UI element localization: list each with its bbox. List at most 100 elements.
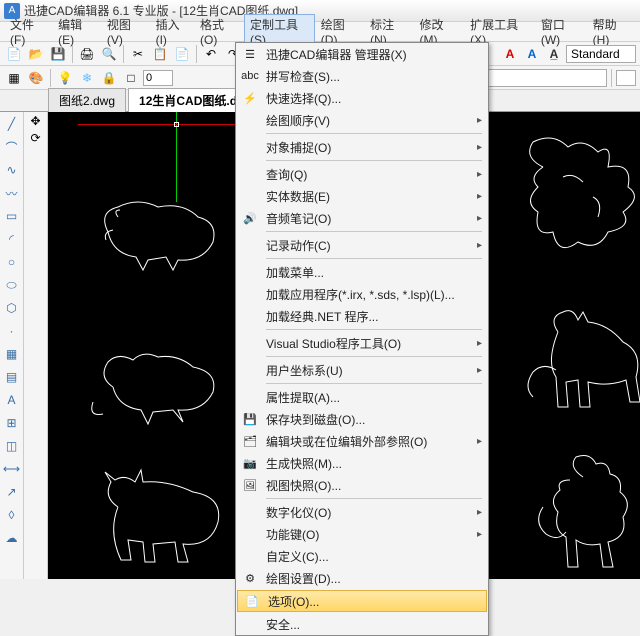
hatch-tool-icon[interactable]: ▦ — [2, 344, 22, 364]
text-c-icon[interactable]: A̲ — [544, 44, 564, 64]
menu-item-label: 用户坐标系(U) — [266, 362, 343, 379]
cut-icon[interactable]: ✂ — [128, 44, 148, 64]
wipeout-tool-icon[interactable]: ◊ — [2, 505, 22, 525]
save-icon[interactable]: 💾 — [48, 44, 68, 64]
menu-item-label: 对象捕捉(O) — [266, 139, 331, 156]
rotate-tool-icon[interactable]: ⟳ — [30, 131, 40, 145]
menu-item-icon: ⚡ — [242, 90, 258, 106]
ellipse-tool-icon[interactable]: ⬭ — [2, 275, 22, 295]
paste-icon[interactable]: 📄 — [172, 44, 192, 64]
arc-tool-icon[interactable]: ◜ — [2, 229, 22, 249]
menu-separator — [266, 133, 482, 134]
menu-item-icon — [242, 548, 258, 564]
menu-item-19[interactable]: 用户坐标系(U) ▸ — [236, 359, 488, 381]
lock-icon[interactable]: 🔒 — [99, 68, 119, 88]
menu-item-8[interactable]: 实体数据(E)▸ — [236, 185, 488, 207]
menu-item-label: 查询(Q) — [266, 166, 307, 183]
menu-item-7[interactable]: 查询(Q) ▸ — [236, 163, 488, 185]
spline2-tool-icon[interactable]: 〰 — [2, 183, 22, 203]
preview-icon[interactable]: 🔍 — [99, 44, 119, 64]
menu-item-17[interactable]: Visual Studio程序工具(O)▸ — [236, 332, 488, 354]
menu-item-14[interactable]: 加载应用程序(*.irx, *.sds, *.lsp)(L)... — [236, 283, 488, 305]
separator — [72, 45, 73, 63]
menu-item-label: 加载应用程序(*.irx, *.sds, *.lsp)(L)... — [266, 286, 455, 303]
menu-item-28[interactable]: 功能键(O)▸ — [236, 523, 488, 545]
menu-item-2[interactable]: ⚡ 快速选择(Q)... — [236, 87, 488, 109]
color-icon[interactable]: 🎨 — [26, 68, 46, 88]
menu-item-5[interactable]: 对象捕捉(O)▸ — [236, 136, 488, 158]
menu-item-27[interactable]: 数字化仪(O)▸ — [236, 501, 488, 523]
text-b-icon[interactable]: A — [522, 44, 542, 64]
undo-icon[interactable]: ↶ — [201, 44, 221, 64]
move-tool-icon[interactable]: ✥ — [30, 114, 40, 128]
menu-item-label: 生成快照(M)... — [266, 455, 342, 472]
menu-separator — [266, 160, 482, 161]
menu-item-23[interactable]: 🗂编辑块或在位编辑外部参照(O)▸ — [236, 430, 488, 452]
cloud-tool-icon[interactable]: ☁ — [2, 528, 22, 548]
leader-tool-icon[interactable]: ↗ — [2, 482, 22, 502]
tab-drawing-2[interactable]: 图纸2.dwg — [48, 88, 126, 112]
menu-item-icon: 💾 — [242, 411, 258, 427]
circle-tool-icon[interactable]: ○ — [2, 252, 22, 272]
separator — [50, 69, 51, 87]
menu-item-3[interactable]: 绘图顺序(V)▸ — [236, 109, 488, 131]
menu-item-24[interactable]: 📷生成快照(M)... — [236, 452, 488, 474]
print-icon[interactable]: 🖨 — [77, 44, 97, 64]
polygon-tool-icon[interactable]: ⬡ — [2, 298, 22, 318]
open-icon[interactable]: 📂 — [26, 44, 46, 64]
layer-number-input[interactable] — [143, 70, 173, 86]
menu-item-22[interactable]: 💾保存块到磁盘(O)... — [236, 408, 488, 430]
polyline-tool-icon[interactable]: ⌒ — [2, 137, 22, 157]
menu-item-13[interactable]: 加载菜单... — [236, 261, 488, 283]
menu-item-32[interactable]: 安全... — [236, 613, 488, 635]
freeze-icon[interactable]: ❄ — [77, 68, 97, 88]
monkey-outline — [528, 452, 640, 579]
menu-item-label: 选项(O)... — [268, 593, 319, 610]
menu-item-1[interactable]: abc拼写检查(S)... — [236, 65, 488, 87]
submenu-arrow-icon: ▸ — [477, 169, 482, 180]
spline-tool-icon[interactable]: ∿ — [2, 160, 22, 180]
submenu-arrow-icon: ▸ — [477, 507, 482, 518]
menu-item-31[interactable]: 📄 选项(O)... — [237, 590, 487, 612]
menu-item-icon: 🗂 — [242, 433, 258, 449]
text-a-icon[interactable]: A — [500, 44, 520, 64]
layer-icon[interactable]: ▦ — [4, 68, 24, 88]
separator — [123, 45, 124, 63]
point-tool-icon[interactable]: · — [2, 321, 22, 341]
menu-item-11[interactable]: 记录动作(C)▸ — [236, 234, 488, 256]
menu-item-icon — [242, 139, 258, 155]
linetype-combo[interactable] — [616, 70, 636, 86]
bulb-icon[interactable]: 💡 — [55, 68, 75, 88]
menu-item-0[interactable]: ☰迅捷CAD编辑器 管理器(X) — [236, 43, 488, 65]
menu-item-label: 快速选择(Q)... — [266, 90, 341, 107]
crosshair-origin — [174, 122, 179, 127]
menu-item-label: 加载经典.NET 程序... — [266, 308, 378, 325]
separator — [611, 69, 612, 87]
copy-icon[interactable]: 📋 — [150, 44, 170, 64]
new-icon[interactable]: 📄 — [4, 44, 24, 64]
menu-item-29[interactable]: 自定义(C)... — [236, 545, 488, 567]
menu-item-label: 记录动作(C) — [266, 237, 331, 254]
rect-tool-icon[interactable]: ▭ — [2, 206, 22, 226]
menu-item-15[interactable]: 加载经典.NET 程序... — [236, 305, 488, 327]
menu-item-9[interactable]: 🔊音频笔记(O)▸ — [236, 207, 488, 229]
style-combo[interactable]: Standard — [566, 45, 636, 63]
menu-item-30[interactable]: ⚙绘图设置(D)... — [236, 567, 488, 589]
menu-item-21[interactable]: 属性提取(A)... — [236, 386, 488, 408]
menu-item-icon: 🔊 — [242, 210, 258, 226]
menu-item-25[interactable]: 🖼视图快照(O)... — [236, 474, 488, 496]
menu-separator — [266, 329, 482, 330]
text-tool-icon[interactable]: A — [2, 390, 22, 410]
menu-item-icon: 📄 — [244, 593, 260, 609]
submenu-arrow-icon: ▸ — [477, 191, 482, 202]
region-tool-icon[interactable]: ▤ — [2, 367, 22, 387]
square-icon[interactable]: □ — [121, 68, 141, 88]
table-tool-icon[interactable]: ⊞ — [2, 413, 22, 433]
line-tool-icon[interactable]: ╱ — [2, 114, 22, 134]
block-tool-icon[interactable]: ◫ — [2, 436, 22, 456]
dim-tool-icon[interactable]: ⟷ — [2, 459, 22, 479]
rat-outline — [83, 332, 233, 432]
submenu-arrow-icon: ▸ — [477, 365, 482, 376]
left-toolbar-2: ✥ ⟳ — [24, 112, 48, 579]
menu-item-icon — [242, 308, 258, 324]
